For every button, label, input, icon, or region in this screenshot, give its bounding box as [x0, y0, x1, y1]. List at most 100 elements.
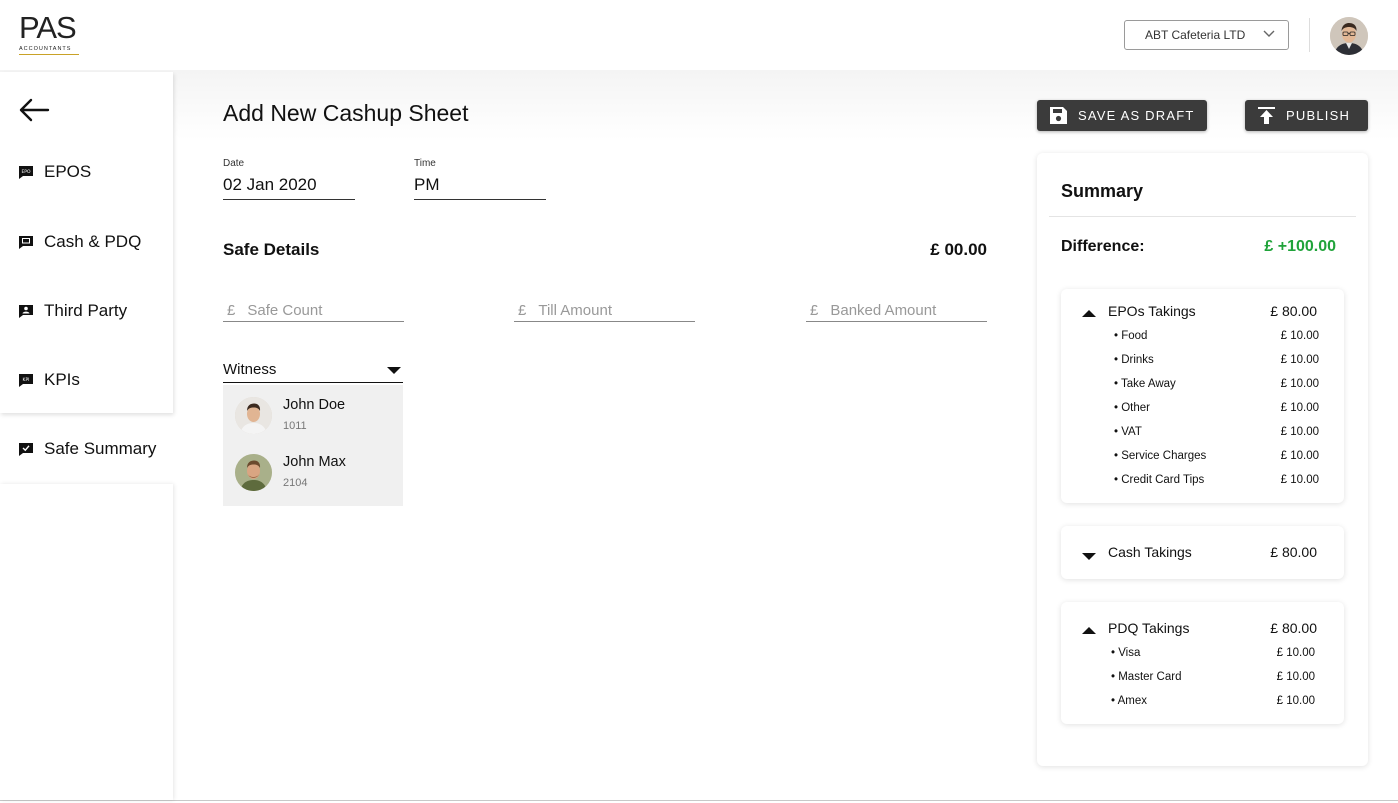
summary-divider	[1049, 216, 1356, 217]
kpi-icon: KPI	[19, 374, 33, 387]
banked-amount-input[interactable]: £ Banked Amount	[806, 300, 987, 322]
list-item: • Visa £ 10.00	[1111, 647, 1315, 663]
user-avatar-image	[1330, 17, 1368, 55]
summary-title: Summary	[1061, 181, 1144, 201]
witness-avatar	[235, 397, 272, 434]
sidebar-item-kpis[interactable]: KPI KPIs	[18, 366, 80, 394]
input-placeholder: Safe Count	[247, 302, 323, 319]
company-logo[interactable]: PAS ACCOUNTANTS	[19, 12, 81, 58]
save-as-draft-button[interactable]: SAVE AS DRAFT	[1037, 100, 1207, 131]
list-item: • Credit Card Tips £ 10.00	[1114, 474, 1319, 490]
pdq-takings-card: PDQ Takings £ 80.00 • Visa £ 10.00 • Mas…	[1061, 602, 1344, 724]
list-item-name: • VAT	[1114, 426, 1142, 438]
list-item-name: • Other	[1114, 402, 1150, 414]
witness-option-john-doe[interactable]: John Doe 1011	[223, 397, 403, 447]
date-label: Date	[223, 158, 245, 169]
epos-takings-header[interactable]: EPOs Takings £ 80.00	[1061, 303, 1344, 329]
list-item-amount: £ 10.00	[1276, 671, 1315, 683]
upload-icon	[1258, 107, 1275, 124]
company-selector[interactable]: ABT Cafeteria LTD	[1124, 20, 1289, 50]
witness-avatar	[235, 454, 272, 491]
collapse-icon	[1082, 627, 1096, 634]
svg-text:EPO: EPO	[21, 169, 31, 175]
list-item: • Food £ 10.00	[1114, 330, 1319, 346]
chevron-down-icon	[1263, 30, 1275, 37]
sidebar-panel-lower	[0, 484, 173, 800]
difference-value: £ +100.00	[1264, 238, 1336, 255]
card-amount: £ 80.00	[1270, 544, 1317, 560]
safe-count-input[interactable]: £ Safe Count	[223, 300, 404, 322]
summary-panel: Summary Difference: £ +100.00 EPOs Takin…	[1037, 153, 1368, 766]
list-item-name: • Service Charges	[1114, 450, 1207, 462]
list-item-name: • Food	[1114, 330, 1148, 342]
sidebar-item-safe-summary[interactable]: Safe Summary	[18, 435, 156, 463]
back-arrow-icon[interactable]	[18, 97, 50, 123]
list-item-amount: £ 10.00	[1280, 450, 1319, 462]
list-item: • Drinks £ 10.00	[1114, 354, 1319, 370]
list-item: • VAT £ 10.00	[1114, 426, 1319, 442]
collapse-icon	[1082, 310, 1096, 317]
time-field[interactable]: PM	[414, 175, 546, 200]
list-item: • Other £ 10.00	[1114, 402, 1319, 418]
list-item: • Master Card £ 10.00	[1111, 671, 1315, 687]
witness-id: 2104	[283, 477, 308, 489]
caret-down-icon	[387, 367, 401, 374]
list-item-amount: £ 10.00	[1280, 402, 1319, 414]
list-item: • Take Away £ 10.00	[1114, 378, 1319, 394]
card-amount: £ 80.00	[1270, 620, 1317, 636]
svg-text:KPI: KPI	[23, 377, 30, 383]
currency-symbol: £	[810, 302, 819, 319]
witness-options-list: John Doe 1011 John Max 2104	[223, 385, 403, 506]
save-icon	[1050, 107, 1067, 124]
list-item-name: • Drinks	[1114, 354, 1154, 366]
card-amount: £ 80.00	[1270, 303, 1317, 319]
witness-name: John Doe	[283, 397, 346, 413]
witness-id: 1011	[283, 420, 307, 432]
list-item-name: • Take Away	[1114, 378, 1176, 390]
till-amount-input[interactable]: £ Till Amount	[514, 300, 695, 322]
list-item-name: • Amex	[1111, 695, 1147, 707]
logo-underline	[19, 54, 79, 55]
time-label: Time	[414, 158, 436, 169]
sidebar-item-label: Third Party	[44, 301, 128, 320]
cash-takings-header[interactable]: Cash Takings £ 80.00	[1061, 544, 1344, 570]
expand-icon	[1082, 553, 1096, 560]
safe-details-total: £ 00.00	[930, 240, 987, 259]
witness-dropdown-label: Witness	[223, 361, 277, 378]
epos-icon: EPO	[19, 166, 33, 179]
witness-avatar-image	[235, 454, 272, 491]
page-title: Add New Cashup Sheet	[223, 100, 469, 126]
sidebar-item-label: KPIs	[44, 370, 80, 389]
publish-label: PUBLISH	[1286, 108, 1351, 123]
list-item-amount: £ 10.00	[1280, 426, 1319, 438]
card-label: PDQ Takings	[1108, 620, 1190, 636]
date-field[interactable]: 02 Jan 2020	[223, 175, 355, 200]
list-item-name: • Visa	[1111, 647, 1141, 659]
sidebar-item-label: EPOS	[44, 162, 92, 181]
logo-subtitle: ACCOUNTANTS	[19, 46, 72, 52]
header-divider	[1309, 18, 1310, 52]
card-label: EPOs Takings	[1108, 303, 1196, 319]
witness-name: John Max	[283, 454, 346, 470]
save-as-draft-label: SAVE AS DRAFT	[1078, 108, 1195, 123]
witness-avatar-image	[235, 397, 272, 434]
sidebar-item-cash-pdq[interactable]: Cash & PDQ	[18, 228, 141, 256]
witness-option-john-max[interactable]: John Max 2104	[223, 454, 403, 504]
user-avatar[interactable]	[1330, 17, 1368, 55]
list-item-amount: £ 10.00	[1280, 330, 1319, 342]
list-item-amount: £ 10.00	[1280, 474, 1319, 486]
third-party-icon	[19, 305, 33, 318]
publish-button[interactable]: PUBLISH	[1245, 100, 1368, 131]
currency-symbol: £	[227, 302, 236, 319]
cash-takings-card: Cash Takings £ 80.00	[1061, 526, 1344, 579]
list-item: • Service Charges £ 10.00	[1114, 450, 1319, 466]
list-item-amount: £ 10.00	[1276, 647, 1315, 659]
sidebar-item-third-party[interactable]: Third Party	[18, 297, 127, 325]
list-item-name: • Credit Card Tips	[1114, 474, 1205, 486]
witness-dropdown[interactable]: Witness	[223, 361, 403, 383]
cash-pdq-icon	[19, 236, 33, 249]
sidebar-item-label: Cash & PDQ	[44, 232, 142, 251]
safe-summary-icon	[19, 443, 33, 456]
pdq-takings-header[interactable]: PDQ Takings £ 80.00	[1061, 620, 1344, 646]
sidebar-item-epos[interactable]: EPO EPOS	[18, 158, 91, 186]
